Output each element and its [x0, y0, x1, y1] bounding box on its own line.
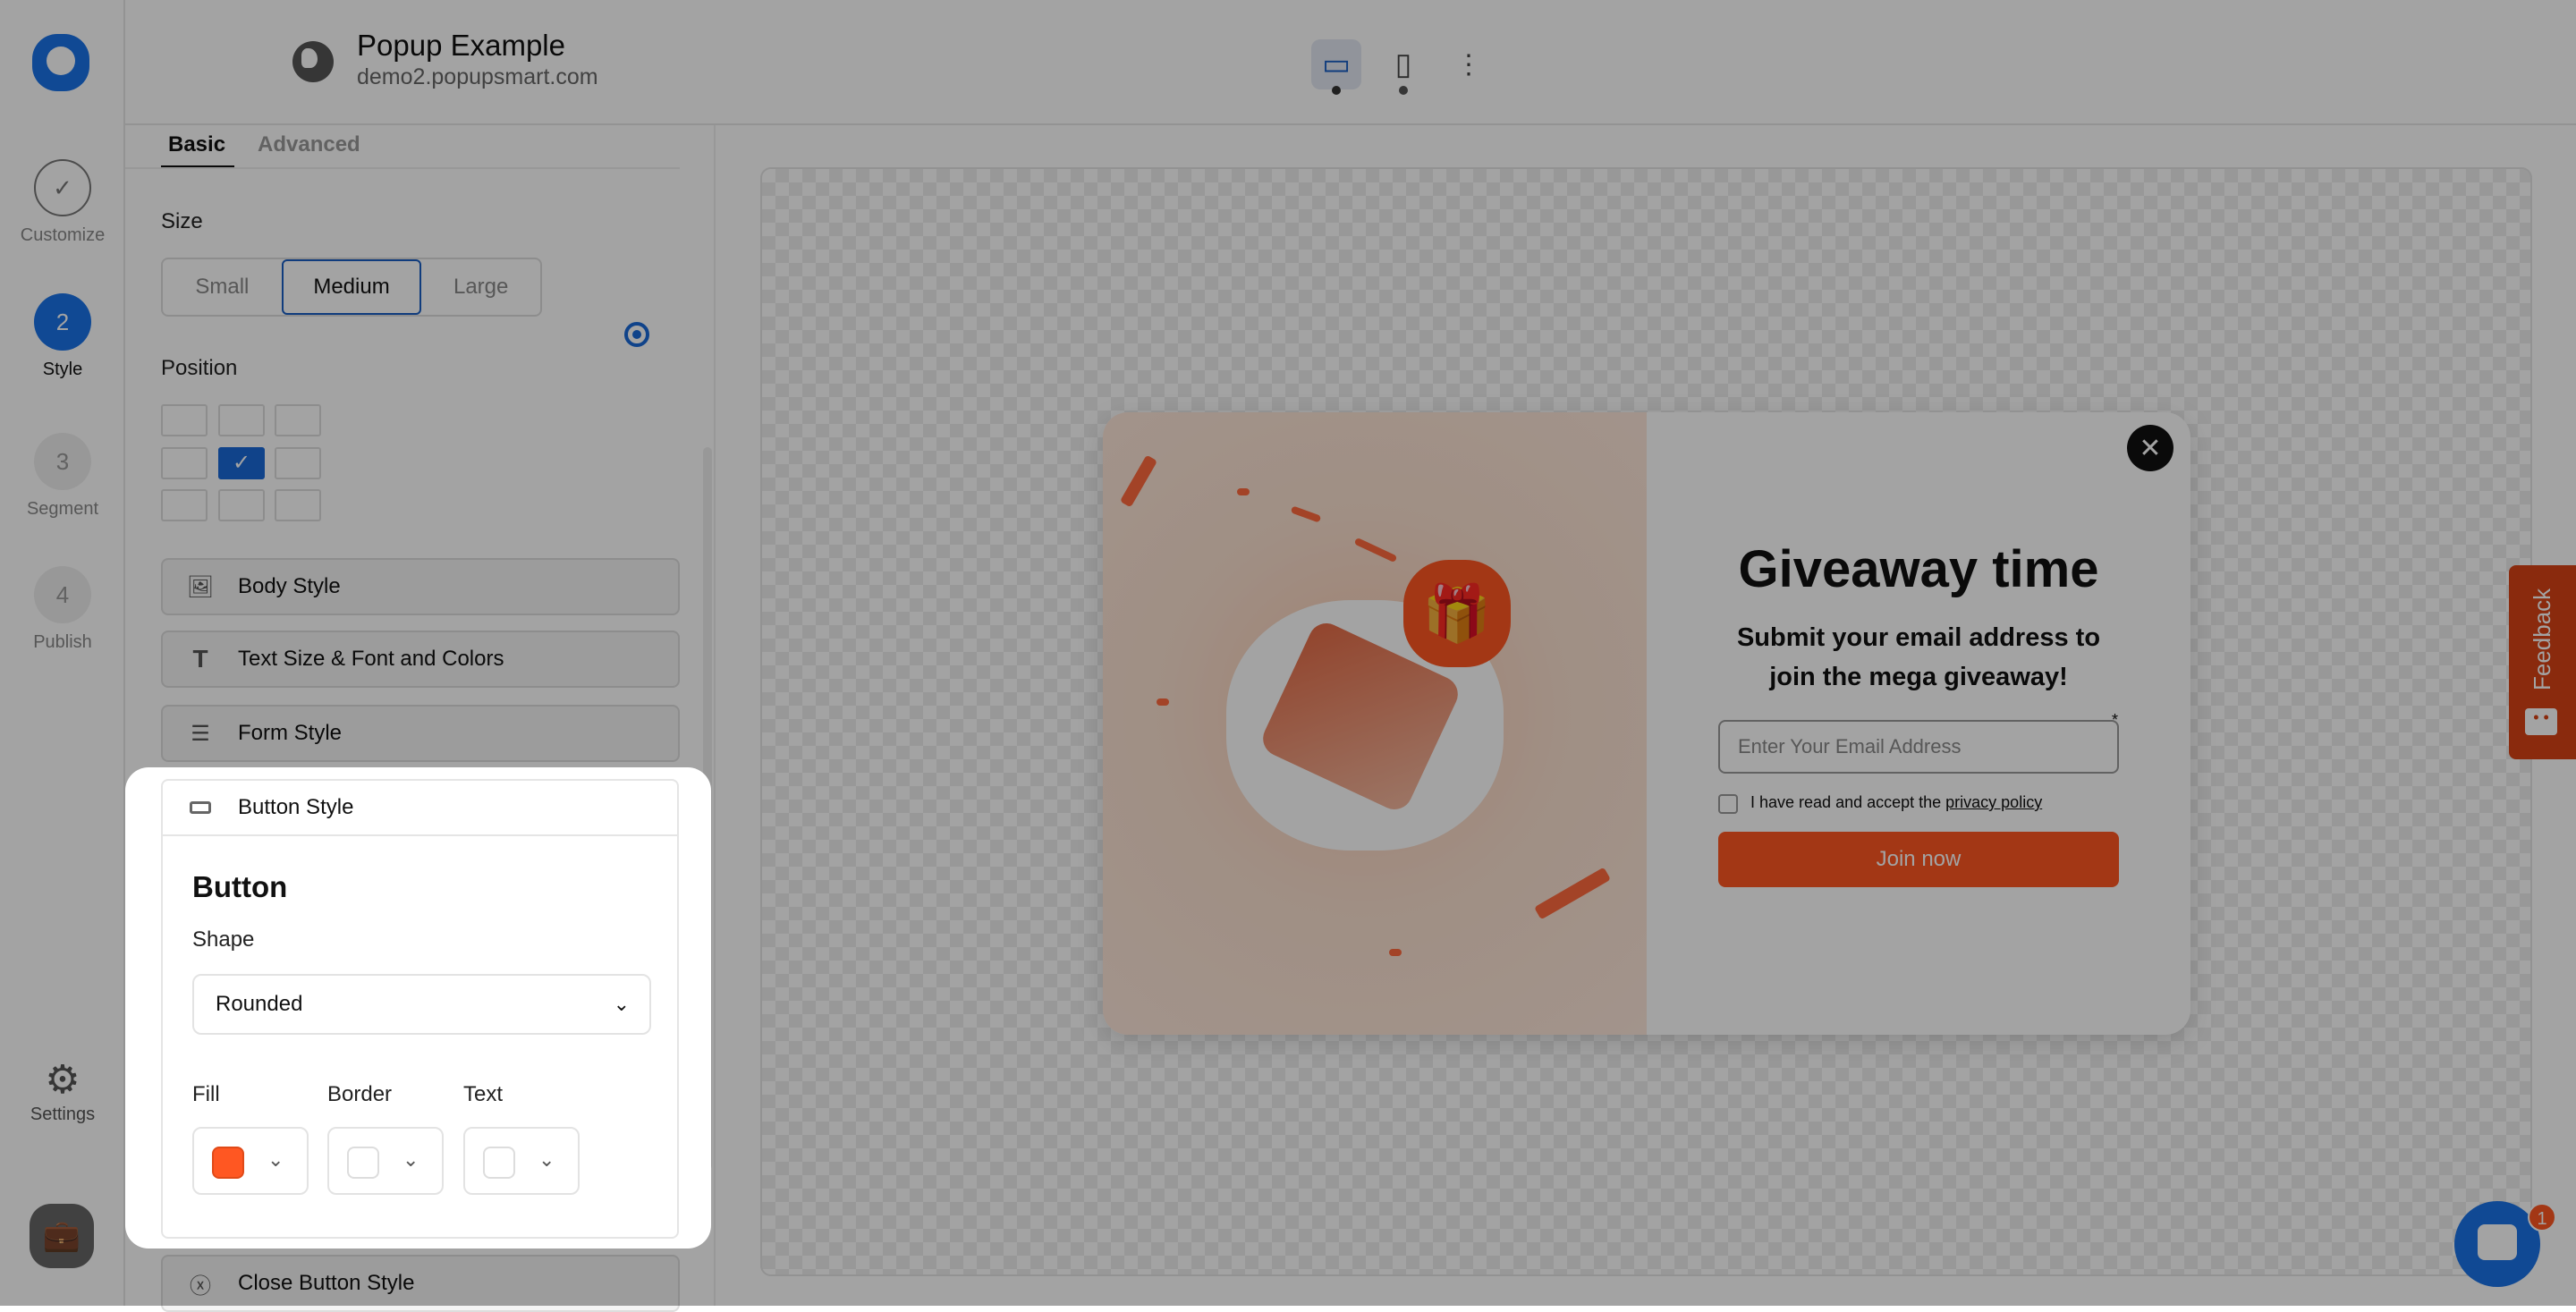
border-label: Border [327, 1082, 393, 1106]
shape-value: Rounded [216, 992, 303, 1016]
button-heading: Button [192, 870, 288, 903]
text-label: Text [463, 1082, 504, 1106]
chevron-down-icon: ⌄ [267, 1148, 284, 1171]
chevron-down-icon: ⌄ [402, 1148, 419, 1171]
section-button-style[interactable]: Button Style [163, 781, 677, 836]
shape-label: Shape [192, 927, 255, 952]
text-color-picker[interactable]: ⌄ [463, 1127, 580, 1195]
section-label: Button Style [238, 795, 354, 819]
text-swatch [483, 1147, 515, 1179]
highlighted-button-style: Button Style Button Shape Rounded ⌄ Fill … [125, 767, 711, 1249]
shape-select[interactable]: Rounded ⌄ [192, 974, 651, 1035]
border-swatch [347, 1147, 379, 1179]
fill-label: Fill [192, 1082, 220, 1106]
chevron-down-icon: ⌄ [538, 1148, 555, 1171]
border-color-picker[interactable]: ⌄ [327, 1127, 444, 1195]
fill-color-picker[interactable]: ⌄ [192, 1127, 309, 1195]
fill-swatch [212, 1147, 244, 1179]
chevron-down-icon: ⌄ [613, 993, 630, 1015]
button-style-card: Button Style Button Shape Rounded ⌄ Fill … [161, 779, 679, 1239]
button-shape-icon [163, 795, 238, 820]
